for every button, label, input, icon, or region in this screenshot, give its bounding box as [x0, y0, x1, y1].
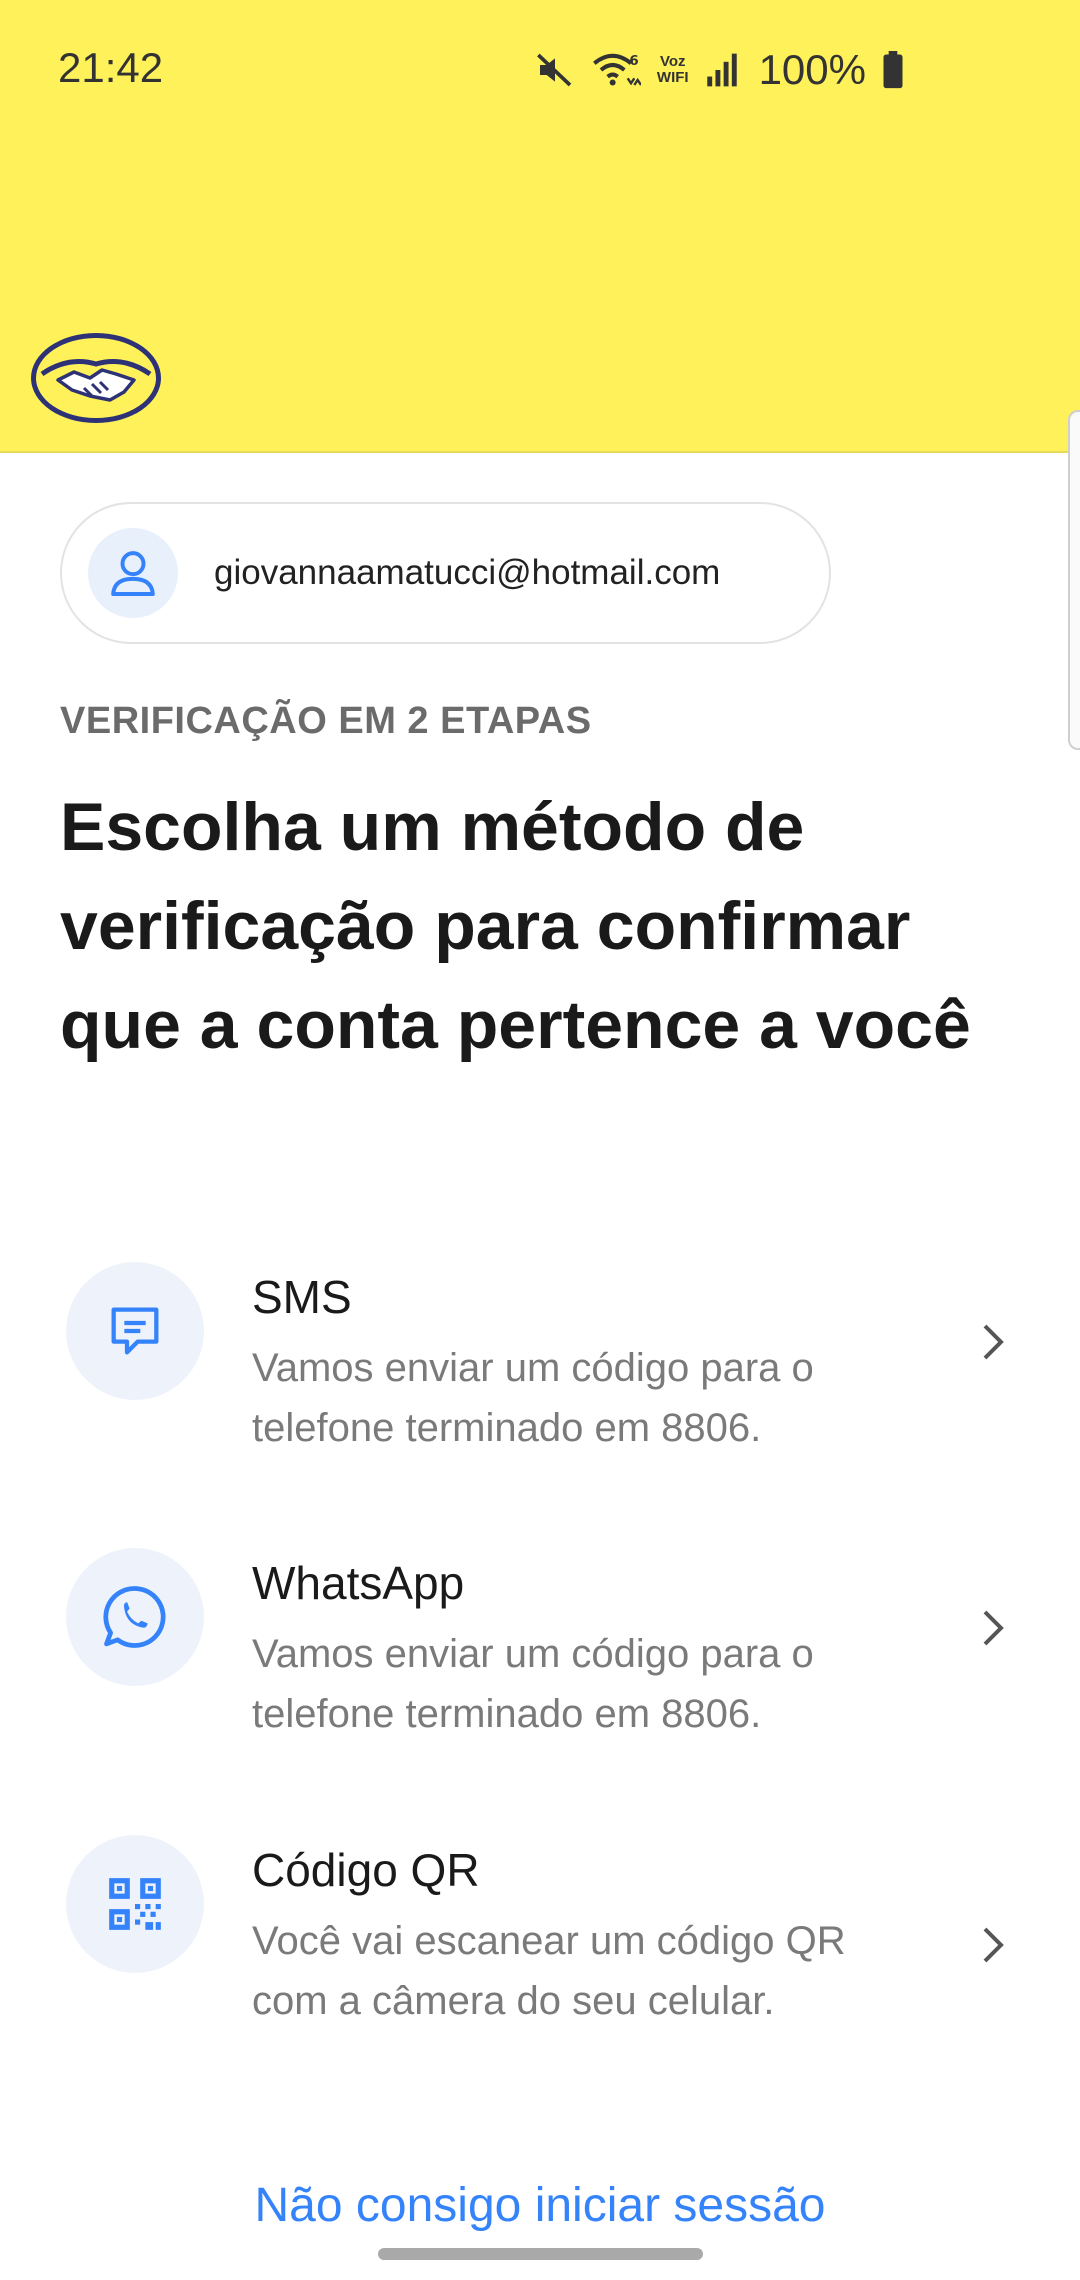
- option-description: Você vai escanear um código QR com a câm…: [252, 1919, 846, 2023]
- option-description: Vamos enviar um código para o telefone t…: [252, 1346, 814, 1450]
- status-bar: 21:42 6 Voz WIFI 100%: [0, 0, 1080, 140]
- status-icons: 6 Voz WIFI 100%: [535, 40, 904, 100]
- voz-label: Voz: [659, 53, 686, 70]
- chevron-right-icon: [975, 1312, 1011, 1372]
- option-title: Código QR: [252, 1844, 480, 1896]
- qr-code-icon: [66, 1835, 204, 1973]
- option-whatsapp[interactable]: WhatsApp Vamos enviar um código para o t…: [0, 1548, 1080, 1748]
- status-time: 21:42: [58, 44, 164, 91]
- whatsapp-icon: [66, 1548, 204, 1686]
- account-chip[interactable]: giovannaamatucci@hotmail.com: [60, 502, 831, 644]
- page-title: Escolha um método de verificação para co…: [60, 789, 971, 1063]
- cant-login-link[interactable]: Não consigo iniciar sessão: [0, 2178, 1080, 2233]
- message-icon: [66, 1262, 204, 1400]
- account-email: giovannaamatucci@hotmail.com: [214, 553, 721, 592]
- header: 21:42 6 Voz WIFI 100%: [0, 0, 1080, 453]
- option-sms[interactable]: SMS Vamos enviar um código para o telefo…: [0, 1262, 1080, 1462]
- option-description: Vamos enviar um código para o telefone t…: [252, 1632, 814, 1736]
- section-eyebrow: VERIFICAÇÃO EM 2 ETAPAS: [60, 700, 592, 742]
- mute-icon: [535, 50, 575, 90]
- signal-icon: [705, 52, 739, 88]
- battery-percent: 100%: [758, 46, 866, 93]
- user-icon: [88, 528, 178, 618]
- home-indicator[interactable]: [378, 2248, 703, 2260]
- edge-panel-handle[interactable]: [1068, 410, 1080, 750]
- option-title: WhatsApp: [252, 1557, 465, 1609]
- svg-text:6: 6: [629, 54, 638, 69]
- verification-screen: 21:42 6 Voz WIFI 100% giovannaamatucci@h…: [0, 0, 1080, 2280]
- mercado-handshake-logo: [28, 330, 164, 426]
- battery-icon: [882, 51, 904, 89]
- wifi-6-icon: 6: [591, 50, 641, 90]
- chevron-right-icon: [975, 1915, 1011, 1975]
- voz-wifi-icon: Voz WIFI: [657, 54, 689, 86]
- option-qr-code[interactable]: Código QR Você vai escanear um código QR…: [0, 1835, 1080, 2095]
- chevron-right-icon: [975, 1598, 1011, 1658]
- option-title: SMS: [252, 1271, 352, 1323]
- wifi-label: WIFI: [656, 69, 689, 86]
